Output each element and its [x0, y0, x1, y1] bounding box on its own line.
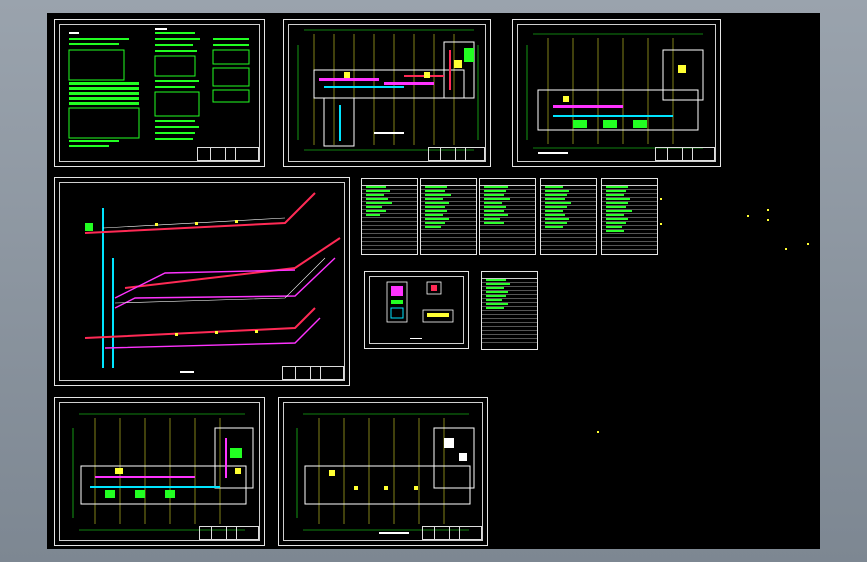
- marker-dot: [807, 243, 809, 245]
- notes-content: [68, 28, 250, 147]
- floor-plan-4[interactable]: [278, 397, 488, 546]
- floor-plan-3-drawing: [72, 413, 254, 531]
- marker-dot: [747, 215, 749, 217]
- marker-dot: [785, 248, 787, 250]
- marker-dot: [660, 198, 662, 200]
- equipment-table-3[interactable]: [479, 178, 536, 255]
- equipment-table-1[interactable]: [361, 178, 418, 255]
- floor-plan-2-drawing: [526, 33, 704, 154]
- cad-viewport[interactable]: [47, 13, 820, 549]
- equipment-table-5[interactable]: [601, 178, 658, 255]
- title-block: [199, 526, 259, 540]
- title-block: [655, 147, 715, 161]
- pipe-system-diagram[interactable]: [54, 177, 350, 386]
- title-block: [428, 147, 485, 161]
- floor-plan-1-drawing: [297, 29, 479, 151]
- equipment-table-2[interactable]: [420, 178, 477, 255]
- floor-plan-3[interactable]: [54, 397, 265, 546]
- equipment-table-4[interactable]: [540, 178, 597, 255]
- floor-plan-4-drawing: [296, 413, 475, 534]
- floor-plan-1[interactable]: [283, 19, 491, 167]
- marker-dot: [660, 223, 662, 225]
- marker-dot: [597, 431, 599, 433]
- notes-sheet[interactable]: [54, 19, 265, 167]
- marker-dot: [767, 219, 769, 221]
- floor-plan-2[interactable]: [512, 19, 721, 167]
- detail-drawing: [386, 281, 454, 339]
- title-block: [197, 147, 259, 161]
- equipment-table-6[interactable]: [481, 271, 538, 350]
- title-block: [422, 526, 482, 540]
- pipe-isometric-drawing: [84, 192, 341, 373]
- marker-dot: [767, 209, 769, 211]
- detail-sheet[interactable]: [364, 271, 469, 349]
- title-block: [282, 366, 344, 380]
